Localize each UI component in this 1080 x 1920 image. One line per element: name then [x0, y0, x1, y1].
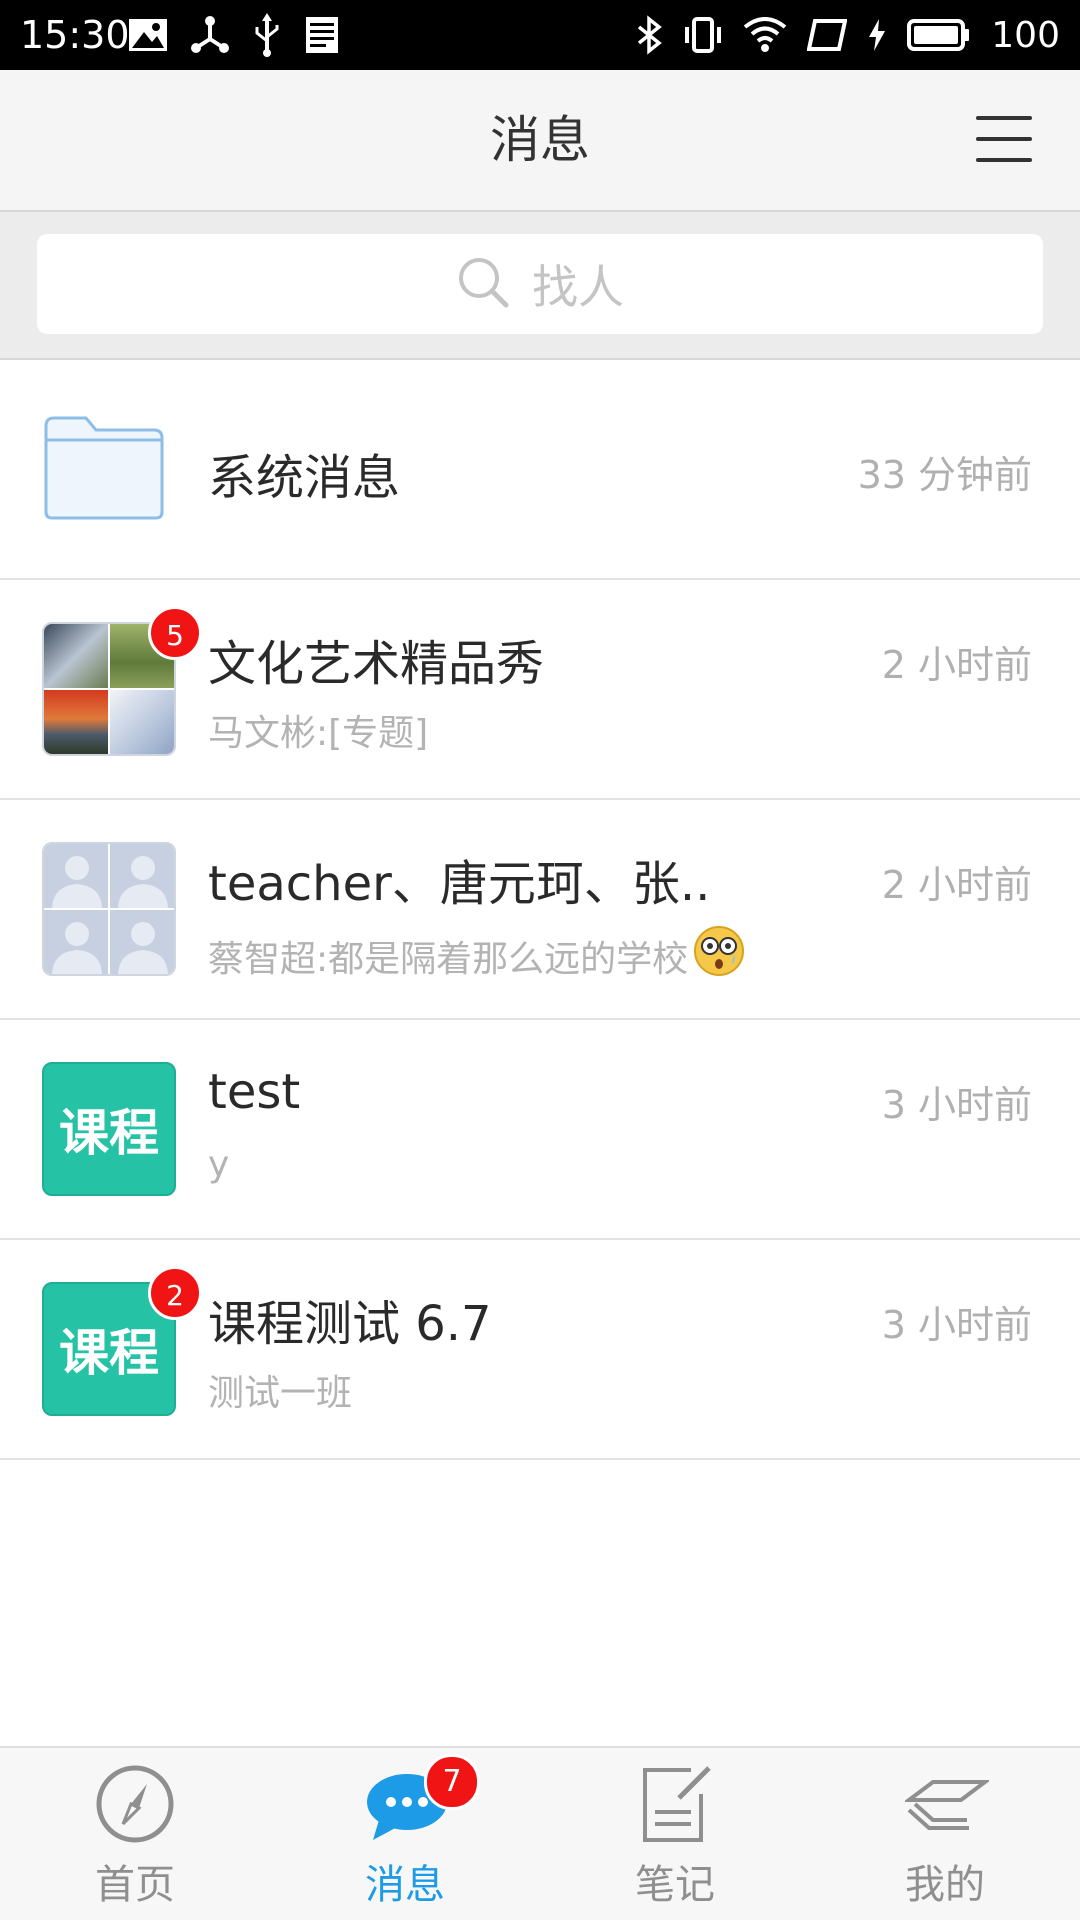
conversation-item-system[interactable]: 系统消息 33 分钟前: [0, 360, 1080, 580]
charging-icon: [867, 17, 887, 53]
tab-messages[interactable]: 7 消息: [270, 1748, 540, 1920]
conversation-preview: 蔡智超:都是隔着那么远的学校: [208, 938, 689, 980]
group-avatar: [42, 842, 176, 976]
conversation-item-group[interactable]: teacher、唐元珂、张.. 蔡智超:都是隔着那么远的学校 2 小时前: [0, 800, 1080, 1020]
image-icon: [128, 18, 168, 52]
vibrate-icon: [683, 15, 723, 55]
conversation-title: teacher、唐元珂、张..: [208, 856, 711, 912]
usb-icon: [252, 13, 282, 57]
conversation-time: 2 小时前: [881, 863, 1032, 907]
document-icon: [304, 15, 340, 55]
conversation-time: 3 小时前: [881, 1303, 1032, 1347]
wifi-icon: [743, 17, 787, 53]
share-hub-icon: [190, 15, 230, 55]
folder-icon: [42, 412, 176, 546]
search-icon: [456, 255, 510, 313]
conversation-title: 文化艺术精品秀: [208, 636, 545, 692]
status-time: 15:30: [20, 13, 130, 57]
unread-badge: 2: [148, 1266, 202, 1320]
conversation-item-culture[interactable]: 5 文化艺术精品秀 马文彬:[专题] 2 小时前: [0, 580, 1080, 800]
tab-label: 笔记: [635, 1862, 715, 1908]
conversation-preview: 马文彬:[专题]: [208, 713, 429, 754]
search-placeholder: 找人: [532, 260, 624, 314]
conversation-preview-row: 蔡智超:都是隔着那么远的学校: [208, 924, 746, 987]
stack-icon: [903, 1764, 991, 1844]
conversation-item-course-test[interactable]: 课程 2 课程测试 6.7 测试一班 3 小时前: [0, 1240, 1080, 1460]
bluetooth-icon: [635, 15, 663, 55]
tab-home[interactable]: 首页: [0, 1748, 270, 1920]
search-input[interactable]: 找人: [37, 234, 1043, 334]
battery-icon: [907, 18, 971, 52]
conversation-title: test: [208, 1064, 301, 1120]
photo-thumb: [110, 690, 174, 754]
screen-rotate-icon: [807, 17, 848, 53]
tab-mine[interactable]: 我的: [810, 1748, 1080, 1920]
conversation-time: 2 小时前: [881, 643, 1032, 687]
compass-icon: [95, 1764, 175, 1844]
hamburger-menu-icon[interactable]: [976, 116, 1032, 162]
status-bar: 15:30 100: [0, 0, 1080, 70]
page-title: 消息: [490, 111, 590, 169]
shocked-emoji-icon: [692, 924, 746, 987]
conversation-time: 33 分钟前: [857, 453, 1032, 497]
conversation-preview: y: [208, 1144, 230, 1185]
search-bar-container: 找人: [0, 210, 1080, 360]
conversation-time: 3 小时前: [881, 1083, 1032, 1127]
tab-label: 消息: [365, 1862, 445, 1908]
app-header: 消息: [0, 70, 1080, 210]
tab-notes[interactable]: 笔记: [540, 1748, 810, 1920]
course-avatar: 课程: [42, 1062, 176, 1196]
note-edit-icon: [635, 1764, 715, 1844]
person-icon: [44, 910, 108, 974]
tab-label: 首页: [95, 1862, 175, 1908]
conversation-title: 系统消息: [208, 450, 401, 506]
conversation-preview: 测试一班: [208, 1373, 353, 1414]
photo-thumb: [44, 690, 108, 754]
person-icon: [44, 844, 108, 908]
person-icon: [110, 910, 174, 974]
battery-level: 100: [991, 14, 1060, 56]
conversation-title: 课程测试 6.7: [208, 1296, 492, 1352]
unread-badge: 7: [424, 1754, 480, 1810]
photo-thumb: [44, 624, 108, 688]
conversation-list: 系统消息 33 分钟前 5 文化艺术精品秀 马文彬:[专题] 2 小时前 tea…: [0, 360, 1080, 1460]
tab-label: 我的: [905, 1862, 985, 1908]
unread-badge: 5: [148, 606, 202, 660]
conversation-item-test[interactable]: 课程 test y 3 小时前: [0, 1020, 1080, 1240]
person-icon: [110, 844, 174, 908]
bottom-tab-bar: 首页 7 消息 笔记 我的: [0, 1746, 1080, 1920]
